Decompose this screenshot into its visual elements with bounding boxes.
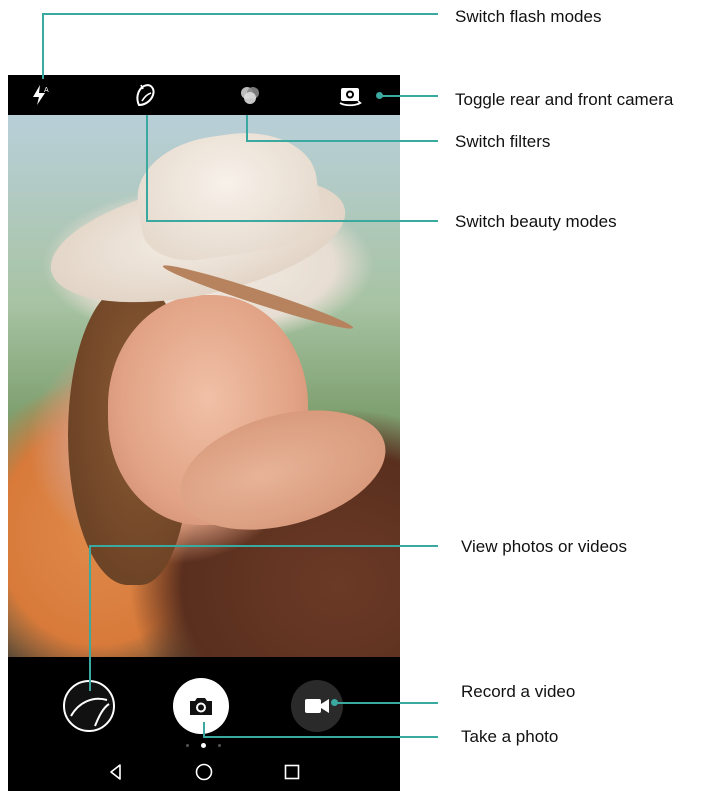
record-video-button[interactable] — [291, 680, 343, 732]
callout-line-photo — [203, 736, 438, 738]
callout-label-camera-toggle: Toggle rear and front camera — [455, 90, 674, 109]
callout-line-filters-vertical — [246, 115, 248, 141]
flash-icon[interactable]: A — [26, 81, 54, 109]
callout-label-photo: Take a photo — [461, 727, 559, 746]
callout-label-flash: Switch flash modes — [455, 7, 602, 26]
callout-line-camera-toggle — [380, 95, 438, 97]
video-icon — [305, 699, 329, 713]
recents-icon — [284, 764, 300, 780]
callout-dot-camera-toggle — [376, 92, 383, 99]
callout-label-beauty: Switch beauty modes — [455, 212, 617, 231]
page-dot-active — [201, 743, 206, 748]
camera-app-screen: A — [8, 75, 400, 791]
beauty-mode-icon[interactable] — [131, 81, 159, 109]
callout-line-photo-vertical — [203, 722, 205, 736]
page-dot — [186, 744, 189, 747]
callout-line-gallery-vertical — [89, 545, 91, 691]
callout-line-beauty — [146, 220, 438, 222]
callout-line-flash-vertical — [42, 13, 44, 79]
camera-icon — [190, 698, 212, 715]
home-icon — [195, 763, 213, 781]
callout-label-video: Record a video — [461, 682, 576, 701]
svg-text:A: A — [44, 87, 49, 94]
mode-page-indicator — [182, 743, 226, 749]
callout-line-beauty-vertical — [146, 115, 148, 221]
callout-line-flash — [42, 13, 438, 15]
back-icon — [110, 764, 121, 780]
camera-top-bar: A — [8, 75, 400, 115]
callout-label-gallery: View photos or videos — [461, 537, 628, 556]
callout-line-gallery — [89, 545, 438, 547]
callout-dot-video — [331, 699, 338, 706]
filters-icon[interactable] — [236, 81, 264, 109]
home-button[interactable] — [193, 761, 215, 783]
callout-line-filters — [246, 140, 438, 142]
callout-label-filters: Switch filters — [455, 132, 551, 151]
system-nav-bar — [8, 753, 400, 791]
camera-viewfinder[interactable] — [8, 115, 400, 657]
switch-camera-icon[interactable] — [336, 81, 364, 109]
recents-button[interactable] — [281, 761, 303, 783]
callout-line-video — [335, 702, 438, 704]
take-photo-button[interactable] — [173, 678, 229, 734]
page-dot — [218, 744, 221, 747]
back-button[interactable] — [105, 761, 127, 783]
